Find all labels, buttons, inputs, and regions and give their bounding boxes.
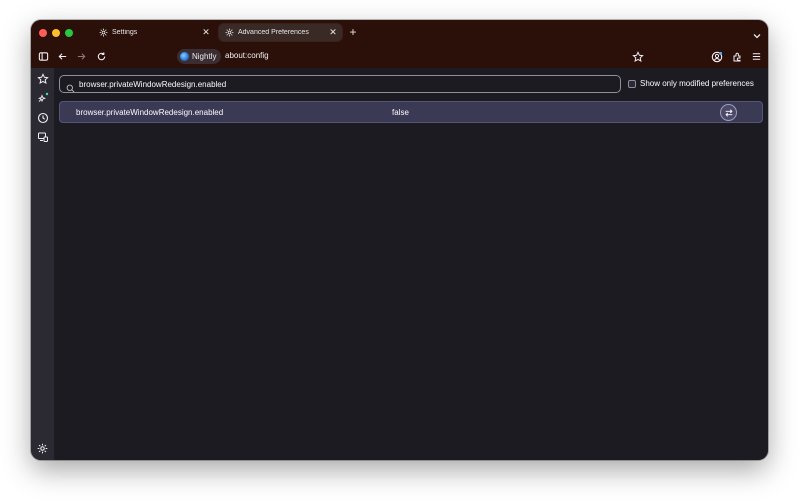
preference-name: browser.privateWindowRedesign.enabled [76,108,224,117]
identity-label: Nightly [192,52,217,61]
sidebar-toggle-icon[interactable] [37,50,50,63]
tab-settings[interactable]: Settings ✕ [93,24,215,41]
about-config-page: Show only modified preferences browser.p… [54,68,768,460]
preference-value: false [392,108,409,117]
account-icon[interactable] [710,50,723,63]
toggle-arrows-icon [724,108,733,117]
url-text[interactable]: about:config [225,51,269,60]
extensions-icon[interactable] [730,50,743,63]
customize-sidebar-gear-icon[interactable] [36,442,49,455]
reload-icon[interactable] [95,50,108,63]
zoom-window-button[interactable] [65,29,73,37]
ai-chatbot-sparkle-icon[interactable] [36,91,49,104]
browser-window: Settings ✕ Advanced Preferences ✕ + Nigh… [31,20,768,460]
tab-title: Advanced Preferences [238,29,309,36]
tab-advanced-preferences[interactable]: Advanced Preferences ✕ [219,24,342,41]
bookmarks-star-icon[interactable] [36,72,49,85]
nightly-logo-icon [180,52,189,61]
show-modified-toggle[interactable]: Show only modified preferences [628,79,754,88]
back-arrow-icon[interactable] [56,50,69,63]
search-icon [66,80,75,93]
tab-strip: Settings ✕ Advanced Preferences ✕ + [31,20,768,45]
toggle-preference-button[interactable] [720,104,737,121]
close-tab-icon[interactable]: ✕ [328,27,338,38]
new-tab-button[interactable]: + [347,26,359,38]
navigation-toolbar: Nightly about:config [31,45,768,68]
tab-title: Settings [112,29,138,36]
gear-icon [225,28,234,37]
preference-search-box[interactable] [59,75,621,93]
gear-icon [99,28,108,37]
table-row[interactable]: browser.privateWindowRedesign.enabled fa… [59,101,763,123]
close-window-button[interactable] [39,29,47,37]
show-modified-label: Show only modified preferences [640,79,754,88]
minimize-window-button[interactable] [52,29,60,37]
synced-tabs-icon[interactable] [36,130,49,143]
sidebar [31,68,54,460]
bookmark-star-icon[interactable] [632,50,645,63]
close-tab-icon[interactable]: ✕ [201,27,211,38]
search-input[interactable] [79,76,599,92]
forward-arrow-icon[interactable] [75,50,88,63]
url-bar[interactable]: Nightly about:config [175,48,645,65]
history-clock-icon[interactable] [36,111,49,124]
identity-badge[interactable]: Nightly [177,49,222,64]
show-modified-checkbox[interactable] [628,79,636,88]
menu-icon[interactable] [750,50,763,63]
chevron-down-icon[interactable] [752,28,762,39]
